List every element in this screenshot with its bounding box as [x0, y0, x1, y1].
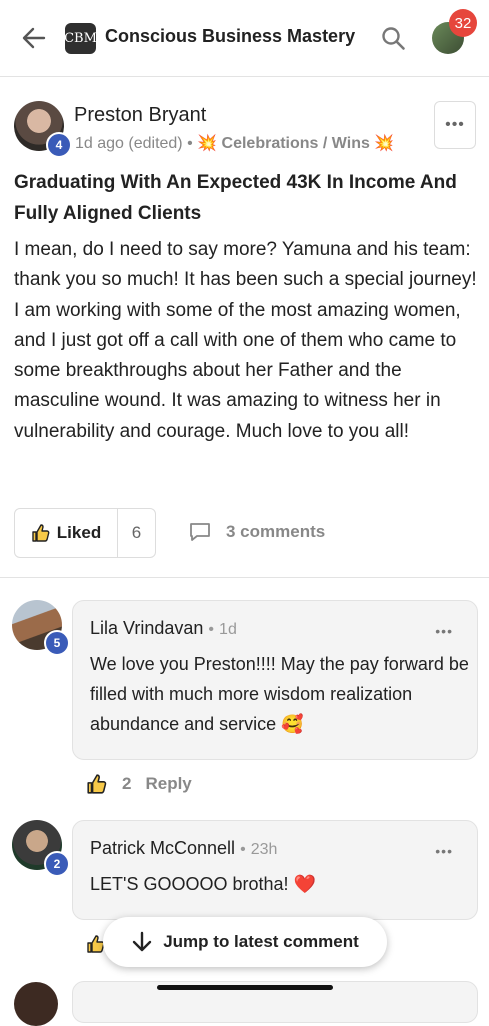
- post-title: Graduating With An Expected 43K In Incom…: [14, 172, 457, 224]
- commenter-level-badge: 2: [44, 851, 70, 877]
- comment-text: We love you Preston!!!! May the pay forw…: [90, 654, 469, 734]
- comment-text: LET'S GOOOOO brotha! ❤️: [90, 874, 316, 894]
- post-body: I mean, do I need to say more? Yamuna an…: [14, 239, 477, 442]
- comment-actions: 2 Reply: [86, 773, 192, 795]
- like-button-group: Liked 6: [14, 508, 156, 558]
- comment-author-line: Lila Vrindavan • 1d: [90, 618, 237, 638]
- post-card: 4 Preston Bryant 1d ago (edited) • 💥 Cel…: [0, 77, 489, 578]
- like-count[interactable]: 6: [118, 509, 155, 557]
- author-name[interactable]: Preston Bryant: [74, 104, 206, 127]
- comments-link[interactable]: 3 comments: [188, 521, 325, 543]
- jump-label: Jump to latest comment: [163, 932, 359, 951]
- more-icon: •••: [445, 116, 465, 133]
- search-icon[interactable]: [380, 25, 406, 51]
- comment-time: 23h: [250, 841, 278, 858]
- comment-author[interactable]: Lila Vrindavan: [90, 618, 203, 638]
- comment-like-count: 2: [122, 774, 132, 793]
- post-time: 1d ago (edited): [75, 135, 183, 152]
- comment-icon: [190, 523, 210, 541]
- comment-author-line: Patrick McConnell • 23h: [90, 838, 278, 858]
- comment-bubble: Lila Vrindavan • 1d ••• We love you Pres…: [72, 600, 478, 760]
- home-indicator[interactable]: [157, 985, 333, 990]
- comment-time: 1d: [219, 621, 237, 638]
- like-label: Liked: [56, 523, 102, 542]
- comment-author[interactable]: Patrick McConnell: [90, 838, 235, 858]
- author-level-badge: 4: [46, 132, 72, 158]
- comment-more-icon[interactable]: •••: [435, 843, 453, 859]
- commenter-level-badge: 5: [44, 630, 70, 656]
- back-arrow-icon[interactable]: [20, 24, 48, 52]
- notification-badge[interactable]: 32: [449, 9, 477, 37]
- thumbs-up-icon[interactable]: [86, 773, 108, 795]
- arrow-down-icon: [133, 931, 152, 952]
- comment-more-icon[interactable]: •••: [435, 623, 453, 639]
- category-label: Celebrations / Wins: [221, 135, 370, 152]
- like-button[interactable]: Liked: [15, 509, 118, 557]
- category-emoji-right: 💥: [374, 135, 395, 152]
- category-emoji-left: 💥: [197, 135, 218, 152]
- meta-separator: •: [187, 135, 193, 152]
- reply-button[interactable]: Reply: [145, 774, 191, 794]
- app-header: CBM Conscious Business Mastery 32: [0, 0, 489, 77]
- post-category[interactable]: 💥 Celebrations / Wins 💥: [197, 135, 394, 152]
- commenter-avatar[interactable]: [14, 982, 58, 1026]
- post-meta: 1d ago (edited) • 💥 Celebrations / Wins …: [75, 133, 394, 153]
- jump-to-latest-button[interactable]: Jump to latest comment: [103, 917, 387, 967]
- post-more-button[interactable]: •••: [434, 101, 476, 149]
- community-title[interactable]: Conscious Business Mastery: [105, 26, 355, 47]
- comments-count-label: 3 comments: [226, 522, 326, 541]
- comment-bubble: Patrick McConnell • 23h ••• LET'S GOOOOO…: [72, 820, 478, 920]
- community-logo[interactable]: CBM: [64, 23, 97, 54]
- thumbs-up-icon: [32, 524, 50, 542]
